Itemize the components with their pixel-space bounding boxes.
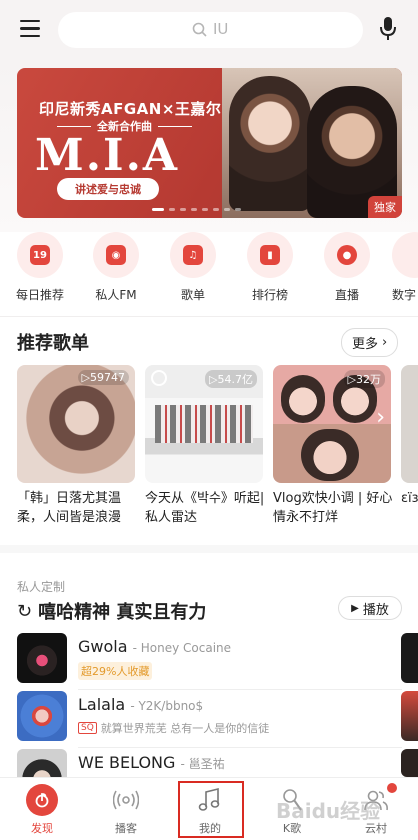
quick-label: 每日推荐 bbox=[15, 288, 64, 302]
chevron-right-icon[interactable]: › bbox=[376, 405, 385, 430]
song-description: 就算世界荒芜 总有一人是你的信徒 bbox=[100, 722, 270, 735]
quick-live[interactable]: ● 直播 bbox=[315, 232, 379, 303]
quick-label: 歌单 bbox=[180, 288, 205, 302]
song-subline: 超29%人收藏 bbox=[78, 662, 153, 680]
section-label-private: 私人定制 bbox=[17, 580, 66, 594]
quick-label: 直播 bbox=[334, 288, 359, 302]
top-bar: IU bbox=[0, 0, 418, 62]
song-title: WE BELONG bbox=[78, 753, 176, 772]
play-label: 播放 bbox=[362, 602, 389, 618]
song-item[interactable]: Lalala - Y2K/bbno$ SQ 就算世界荒芜 总有一人是你的信徒 bbox=[17, 691, 402, 748]
playlist-card[interactable]: εïз bbox=[401, 365, 418, 527]
playlist-card[interactable]: ▷32万 › Vlog欢快小调 | 好心情永不打烊 bbox=[273, 365, 393, 527]
play-all-button[interactable]: ▶ 播放 bbox=[338, 596, 402, 620]
banner-subtitle: 讲述爱与忠诚 bbox=[57, 178, 159, 200]
nav-discover[interactable]: 发现 bbox=[7, 784, 77, 836]
banner-pagination bbox=[152, 208, 241, 211]
quick-playlist[interactable]: ♫ 歌单 bbox=[161, 232, 225, 303]
more-button[interactable]: 更多 › bbox=[341, 328, 399, 357]
banner-headline: 印尼新秀AFGAN×王嘉尔 bbox=[39, 100, 222, 118]
podcast-icon bbox=[110, 784, 142, 816]
song-title: Lalala bbox=[78, 695, 126, 714]
play-icon: ▶ bbox=[351, 602, 359, 614]
quick-daily-recommend[interactable]: 19 每日推荐 bbox=[8, 232, 72, 303]
highlight-box bbox=[178, 781, 244, 838]
microphone-icon[interactable] bbox=[378, 16, 398, 42]
song-artist: - Honey Cocaine bbox=[132, 641, 232, 655]
playlist-icon: ♫ bbox=[183, 245, 203, 265]
song-cover bbox=[401, 749, 418, 777]
divider bbox=[78, 689, 402, 690]
divider bbox=[0, 316, 418, 317]
refresh-icon[interactable]: ↻ bbox=[17, 601, 32, 622]
song-artist: - Y2K/bbno$ bbox=[130, 699, 204, 713]
song-cover bbox=[17, 691, 67, 741]
digital-icon bbox=[392, 232, 418, 278]
radio-icon: ◉ bbox=[106, 245, 126, 265]
playlist-cover: ▷32万 › bbox=[273, 365, 391, 483]
chevron-right-icon: › bbox=[382, 335, 388, 350]
chart-icon: ▮ bbox=[260, 245, 280, 265]
calendar-icon: 19 bbox=[30, 245, 50, 265]
song-subline: SQ 就算世界荒芜 总有一人是你的信徒 bbox=[78, 720, 269, 736]
song-cover bbox=[401, 691, 418, 741]
child-photo bbox=[301, 429, 359, 481]
playlist-name: 今天从《박수》听起|私人雷达 bbox=[145, 491, 265, 525]
song-cover bbox=[17, 633, 67, 683]
quick-private-fm[interactable]: ◉ 私人FM bbox=[84, 232, 148, 303]
menu-icon[interactable] bbox=[20, 20, 40, 38]
section-title-recommend: 推荐歌单 bbox=[17, 333, 89, 354]
notification-dot bbox=[387, 783, 397, 793]
song-title-row: Lalala - Y2K/bbno$ bbox=[78, 695, 203, 714]
artist-photo bbox=[229, 76, 311, 211]
song-item[interactable]: WE BELONG - 邕圣祐 bbox=[17, 749, 402, 777]
live-icon: ● bbox=[337, 245, 357, 265]
quick-label: 排行榜 bbox=[251, 288, 288, 302]
quick-label: 数字 bbox=[392, 288, 417, 302]
section-gap bbox=[0, 545, 418, 553]
song-cover bbox=[401, 633, 418, 683]
search-bar[interactable]: IU bbox=[58, 12, 363, 48]
play-count: ▷32万 bbox=[343, 370, 385, 388]
song-title-row: Gwola - Honey Cocaine bbox=[78, 637, 231, 656]
nav-podcast[interactable]: 播客 bbox=[91, 784, 161, 836]
group-photo bbox=[155, 405, 253, 443]
playlist-name: 「韩」日落尤其温柔，人间皆是浪漫 bbox=[17, 491, 122, 525]
playlist-card[interactable]: ▷54.7亿 今天从《박수》听起|私人雷达 bbox=[145, 365, 265, 527]
sq-badge: SQ bbox=[78, 722, 97, 734]
song-item[interactable]: Gwola - Honey Cocaine 超29%人收藏 bbox=[17, 633, 402, 690]
exclusive-badge: 独家 bbox=[368, 196, 402, 218]
search-placeholder: IU bbox=[213, 20, 229, 38]
quick-charts[interactable]: ▮ 排行榜 bbox=[238, 232, 302, 303]
song-artist: - 邕圣祐 bbox=[180, 757, 225, 771]
song-cover bbox=[17, 749, 67, 777]
radar-icon bbox=[151, 370, 167, 386]
quick-entries: 19 每日推荐 ◉ 私人FM ♫ 歌单 ▮ 排行榜 ● 直播 数字 bbox=[0, 232, 418, 314]
search-icon bbox=[192, 22, 207, 37]
nav-label: 播客 bbox=[115, 822, 137, 835]
playlist-card[interactable]: ▷59747 「韩」日落尤其温柔，人间皆是浪漫 bbox=[17, 365, 137, 527]
baidu-watermark: Baidu经验 bbox=[276, 799, 381, 823]
quick-digital[interactable]: 数字 bbox=[392, 232, 418, 303]
play-count: ▷59747 bbox=[77, 370, 129, 385]
song-title: Gwola bbox=[78, 637, 128, 656]
play-count: ▷54.7亿 bbox=[205, 370, 257, 388]
netease-logo-icon bbox=[26, 784, 58, 816]
banner-title: M.I.A bbox=[35, 130, 180, 181]
song-title-row: WE BELONG - 邕圣祐 bbox=[78, 753, 225, 772]
quick-label: 私人FM bbox=[95, 288, 137, 302]
playlist-cover bbox=[401, 365, 418, 483]
section-title-row: ↻ 嘻哈精神 真实且有力 bbox=[17, 598, 206, 624]
divider bbox=[78, 747, 402, 748]
section-title-private: 嘻哈精神 真实且有力 bbox=[38, 602, 207, 623]
more-label: 更多 bbox=[352, 337, 379, 352]
favorite-badge: 超29%人收藏 bbox=[78, 662, 153, 680]
nav-label: 发现 bbox=[31, 822, 53, 835]
playlist-name: Vlog欢快小调 | 好心情永不打烊 bbox=[273, 491, 393, 525]
playlist-cover: ▷59747 bbox=[17, 365, 135, 483]
banner[interactable]: 印尼新秀AFGAN×王嘉尔 全新合作曲 M.I.A 讲述爱与忠诚 独家 bbox=[17, 68, 402, 218]
playlist-name: εïз bbox=[401, 491, 418, 506]
child-photo bbox=[281, 375, 325, 423]
playlist-cover: ▷54.7亿 bbox=[145, 365, 263, 483]
